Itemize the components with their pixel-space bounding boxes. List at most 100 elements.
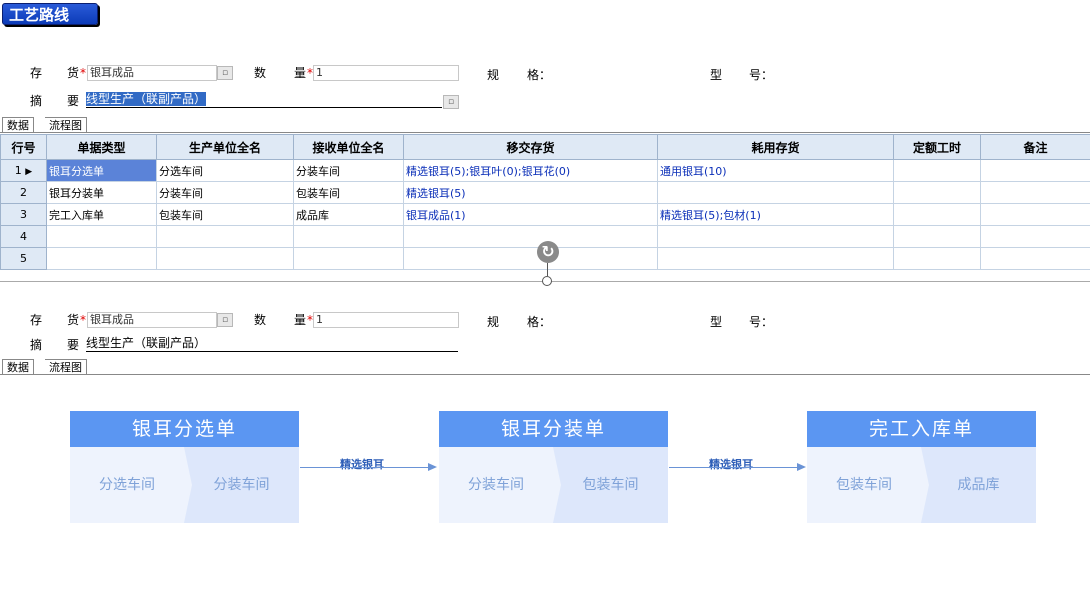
table-row[interactable]: 1 ▶ 银耳分选单 分选车间 分装车间 精选银耳(5);银耳叶(0);银耳花(0…: [0, 159, 1090, 182]
inventory-label-b: 货: [67, 313, 80, 327]
consume-cell[interactable]: [657, 247, 894, 270]
summary-input-lower[interactable]: 线型生产（联副产品）: [86, 336, 458, 352]
remark-cell[interactable]: [980, 159, 1090, 182]
recv-unit-cell[interactable]: 成品库: [293, 203, 404, 226]
prod-unit-cell[interactable]: 分装车间: [156, 181, 294, 204]
col-header-doc-type[interactable]: 单据类型: [46, 134, 157, 160]
remark-cell[interactable]: [980, 181, 1090, 204]
col-header-work-hours[interactable]: 定额工时: [893, 134, 981, 160]
summary-label-a: 摘: [30, 338, 43, 352]
remark-cell[interactable]: [980, 225, 1090, 248]
row-number-cell[interactable]: 2: [0, 181, 47, 204]
inventory-input[interactable]: 银耳成品: [87, 65, 217, 81]
quantity-input[interactable]: 1: [313, 65, 459, 81]
flow-node-body: 包装车间 成品库: [807, 447, 1036, 523]
prod-unit-cell[interactable]: [156, 225, 294, 248]
flow-node-prod-unit: 分装车间: [439, 447, 553, 523]
row-number-cell[interactable]: 5: [0, 247, 47, 270]
quantity-input-lower[interactable]: 1: [313, 312, 459, 328]
recv-unit-cell[interactable]: 分装车间: [293, 159, 404, 182]
flow-node-recv-unit: 成品库: [921, 447, 1036, 523]
prod-unit-cell[interactable]: 分选车间: [156, 159, 294, 182]
summary-lookup-button[interactable]: ▫: [443, 95, 459, 109]
flow-node-prod-unit: 包装车间: [807, 447, 921, 523]
flow-arrow-icon: [428, 463, 437, 471]
flow-edge-line: [669, 467, 799, 468]
work-hours-cell[interactable]: [893, 225, 981, 248]
summary-input[interactable]: 线型生产（联副产品）: [86, 92, 442, 108]
flow-node-notch: [553, 447, 561, 523]
doc-type-cell[interactable]: 完工入库单: [46, 203, 157, 226]
transfer-cell[interactable]: 精选银耳(5);银耳叶(0);银耳花(0): [403, 159, 658, 182]
flow-node-body: 分选车间 分装车间: [70, 447, 299, 523]
consume-cell[interactable]: 通用银耳(10): [657, 159, 894, 182]
summary-label-a: 摘: [30, 94, 43, 108]
consume-cell[interactable]: [657, 181, 894, 204]
col-header-remark[interactable]: 备注: [980, 134, 1090, 160]
col-header-transfer[interactable]: 移交存货: [403, 134, 658, 160]
row-number-cell[interactable]: 1 ▶: [0, 159, 47, 182]
flow-node-title: 银耳分装单: [439, 411, 668, 447]
consume-cell[interactable]: [657, 225, 894, 248]
doc-type-cell[interactable]: 银耳分装单: [46, 181, 157, 204]
splitter-handle[interactable]: [542, 276, 552, 286]
prod-unit-cell[interactable]: [156, 247, 294, 270]
summary-selected-text: 线型生产（联副产品）: [86, 92, 207, 106]
col-header-consume[interactable]: 耗用存货: [657, 134, 894, 160]
quantity-label-b: 量: [294, 313, 307, 327]
prod-unit-cell[interactable]: 包装车间: [156, 203, 294, 226]
spec-label-a: 规: [487, 315, 500, 329]
remark-cell[interactable]: [980, 247, 1090, 270]
flow-node-notch: [921, 447, 929, 523]
transfer-cell[interactable]: 精选银耳(5): [403, 181, 658, 204]
flow-node-prod-unit: 分选车间: [70, 447, 184, 523]
col-header-row-no[interactable]: 行号: [0, 134, 47, 160]
transfer-cell[interactable]: [403, 247, 658, 270]
flow-node[interactable]: 银耳分选单 分选车间 分装车间: [70, 411, 299, 523]
inventory-label-a: 存: [30, 313, 43, 327]
col-header-prod-unit[interactable]: 生产单位全名: [156, 134, 294, 160]
col-header-recv-unit[interactable]: 接收单位全名: [293, 134, 404, 160]
work-hours-cell[interactable]: [893, 181, 981, 204]
tab-data[interactable]: 数据: [2, 117, 34, 132]
work-hours-cell[interactable]: [893, 247, 981, 270]
flow-diagram-panel: 银耳分选单 分选车间 分装车间 精选银耳 银耳分装单 分装车间 包装车间 精选银…: [0, 374, 1090, 596]
tab-divider: [0, 132, 1090, 133]
splitter-stem: [547, 263, 548, 276]
inventory-input-lower[interactable]: 银耳成品: [87, 312, 217, 328]
tab-flow[interactable]: 流程图: [45, 359, 87, 374]
work-hours-cell[interactable]: [893, 159, 981, 182]
doc-type-cell[interactable]: [46, 247, 157, 270]
consume-cell[interactable]: 精选银耳(5);包材(1): [657, 203, 894, 226]
flow-node-title: 银耳分选单: [70, 411, 299, 447]
recv-unit-cell[interactable]: [293, 225, 404, 248]
summary-label-b: 要: [67, 338, 80, 352]
recv-unit-cell[interactable]: 包装车间: [293, 181, 404, 204]
doc-type-cell[interactable]: 银耳分选单: [46, 159, 157, 182]
flow-edge-line: [300, 467, 430, 468]
flow-node-recv-unit: 分装车间: [184, 447, 299, 523]
row-number-cell[interactable]: 4: [0, 225, 47, 248]
flow-node-recv-unit: 包装车间: [553, 447, 668, 523]
spec-label-b: 格：: [527, 68, 552, 82]
table-row[interactable]: 2 银耳分装单 分装车间 包装车间 精选银耳(5): [0, 181, 1090, 204]
transfer-cell[interactable]: [403, 225, 658, 248]
flow-node[interactable]: 完工入库单 包装车间 成品库: [807, 411, 1036, 523]
quantity-label-a: 数: [254, 66, 267, 80]
model-label-a: 型: [710, 315, 723, 329]
row-number-cell[interactable]: 3: [0, 203, 47, 226]
recv-unit-cell[interactable]: [293, 247, 404, 270]
tab-data[interactable]: 数据: [2, 359, 34, 374]
spec-label-a: 规: [487, 68, 500, 82]
work-hours-cell[interactable]: [893, 203, 981, 226]
inventory-lookup-button-lower[interactable]: ▫: [217, 313, 233, 327]
remark-cell[interactable]: [980, 203, 1090, 226]
inventory-lookup-button[interactable]: ▫: [217, 66, 233, 80]
transfer-cell[interactable]: 银耳成品(1): [403, 203, 658, 226]
table-row[interactable]: 3 完工入库单 包装车间 成品库 银耳成品(1) 精选银耳(5);包材(1): [0, 203, 1090, 226]
summary-label-b: 要: [67, 94, 80, 108]
inventory-label-b: 货: [67, 66, 80, 80]
flow-node[interactable]: 银耳分装单 分装车间 包装车间: [439, 411, 668, 523]
doc-type-cell[interactable]: [46, 225, 157, 248]
tab-flow[interactable]: 流程图: [45, 117, 87, 132]
